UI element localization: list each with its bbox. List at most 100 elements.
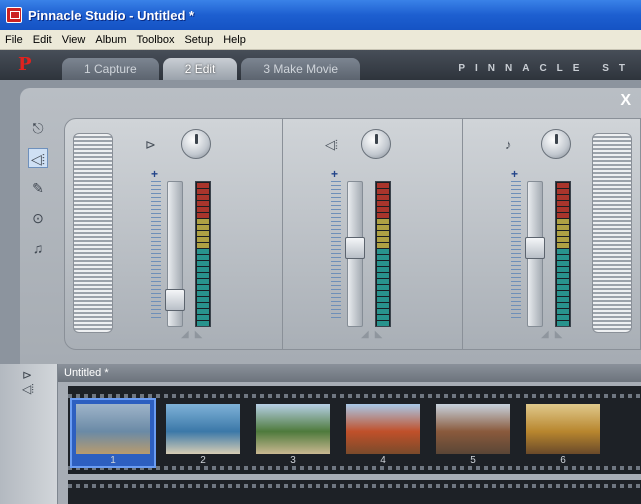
meter-segment: [197, 261, 209, 266]
meter-segment: [557, 201, 569, 206]
speaker-icon: ◁⦙: [325, 137, 338, 152]
meter-segment: [557, 303, 569, 308]
tab-make-movie[interactable]: 3 Make Movie: [241, 58, 361, 80]
meter-segment: [377, 231, 389, 236]
filmstrip-perforation-row2: [68, 484, 641, 488]
volume-scale: [331, 181, 341, 321]
scene-thumbnail[interactable]: 5: [432, 400, 514, 466]
pinnacle-logo-icon: P: [18, 54, 32, 75]
filmstrip-perforation-bottom: [68, 466, 641, 470]
meter-segment: [557, 285, 569, 290]
volume-mixer-tool-icon[interactable]: ◁⦙: [28, 148, 48, 168]
meter-segment: [377, 291, 389, 296]
volume-scale: [511, 181, 521, 321]
scene-thumbnail[interactable]: 6: [522, 400, 604, 466]
menu-toolbox[interactable]: Toolbox: [132, 34, 180, 46]
mode-tab-bar: P 1 Capture 2 Edit 3 Make Movie PINNACLE…: [0, 50, 641, 80]
meter-segment: [377, 285, 389, 290]
meter-segment: [197, 195, 209, 200]
fade-arrows-icon[interactable]: ◢◣: [361, 329, 388, 340]
balance-knob[interactable]: [361, 129, 391, 159]
meter-segment: [377, 207, 389, 212]
meter-segment: [377, 219, 389, 224]
meter-segment: [197, 285, 209, 290]
window-title: Pinnacle Studio - Untitled *: [28, 7, 195, 23]
meter-segment: [557, 315, 569, 320]
speaker-grille-left: [73, 133, 113, 333]
meter-segment: [197, 213, 209, 218]
meter-segment: [197, 201, 209, 206]
scene-thumbnail[interactable]: 2: [162, 400, 244, 466]
meter-segment: [557, 189, 569, 194]
balance-knob[interactable]: [541, 129, 571, 159]
music-tool-icon[interactable]: ♫: [28, 238, 48, 258]
fade-arrows-icon[interactable]: ◢◣: [181, 329, 208, 340]
scale-plus-icon: +: [511, 167, 519, 181]
meter-segment: [377, 321, 389, 326]
menu-setup[interactable]: Setup: [179, 34, 218, 46]
meter-segment: [197, 297, 209, 302]
menu-album[interactable]: Album: [90, 34, 131, 46]
scene-image: [76, 404, 150, 454]
menu-help[interactable]: Help: [218, 34, 251, 46]
tab-capture[interactable]: 1 Capture: [62, 58, 159, 80]
scene-image: [436, 404, 510, 454]
scene-filmstrip: 1 2 3 4 5 6: [68, 386, 641, 474]
scene-image: [256, 404, 330, 454]
meter-segment: [377, 225, 389, 230]
meter-segment: [557, 273, 569, 278]
scene-filmstrip-row-2: [68, 480, 641, 504]
meter-segment: [557, 279, 569, 284]
scene-thumbnail[interactable]: 1: [70, 398, 156, 468]
meter-segment: [197, 237, 209, 242]
meter-segment: [377, 309, 389, 314]
tab-edit[interactable]: 2 Edit: [162, 58, 238, 80]
scene-thumbnail[interactable]: 4: [342, 400, 424, 466]
brand-wordmark: PINNACLE ST: [458, 63, 635, 74]
meter-segment: [557, 243, 569, 248]
meter-segment: [557, 297, 569, 302]
meter-segment: [377, 201, 389, 206]
music-note-icon: ♪: [505, 137, 512, 152]
app-icon[interactable]: [6, 7, 22, 23]
smartsound-tool-icon[interactable]: ⊙: [28, 208, 48, 228]
meter-segment: [377, 297, 389, 302]
scene-image: [166, 404, 240, 454]
volume-slider-thumb[interactable]: [345, 236, 365, 259]
meter-segment: [377, 213, 389, 218]
meter-segment: [377, 273, 389, 278]
meter-segment: [557, 249, 569, 254]
video-audio-tool-icon[interactable]: ⎋: [28, 118, 48, 138]
meter-segment: [197, 267, 209, 272]
meter-segment: [197, 189, 209, 194]
level-meter: [375, 181, 391, 327]
close-toolbox-button[interactable]: X: [620, 92, 631, 110]
menu-view[interactable]: View: [57, 34, 91, 46]
meter-segment: [197, 249, 209, 254]
scale-plus-icon: +: [331, 167, 339, 181]
meter-segment: [377, 255, 389, 260]
meter-segment: [377, 237, 389, 242]
meter-segment: [377, 279, 389, 284]
menu-edit[interactable]: Edit: [28, 34, 57, 46]
meter-segment: [377, 189, 389, 194]
meter-segment: [557, 291, 569, 296]
meter-segment: [377, 267, 389, 272]
scene-number: 4: [380, 455, 386, 466]
filmstrip-perforation-top: [68, 394, 641, 398]
volume-slider-thumb[interactable]: [525, 236, 545, 259]
menu-file[interactable]: File: [0, 34, 28, 46]
meter-segment: [557, 207, 569, 212]
meter-segment: [557, 195, 569, 200]
meter-segment: [377, 303, 389, 308]
sound-effects-album-tab-icon[interactable]: ⊳ ◁⦙: [22, 368, 52, 408]
camcorder-audio-icon: ⊳: [145, 137, 156, 152]
meter-segment: [197, 279, 209, 284]
level-meter: [195, 181, 211, 327]
scene-thumbnail[interactable]: 3: [252, 400, 334, 466]
balance-knob[interactable]: [181, 129, 211, 159]
voiceover-tool-icon[interactable]: ✎: [28, 178, 48, 198]
meter-segment: [197, 207, 209, 212]
volume-slider-thumb[interactable]: [165, 288, 185, 311]
fade-arrows-icon[interactable]: ◢◣: [541, 329, 568, 340]
